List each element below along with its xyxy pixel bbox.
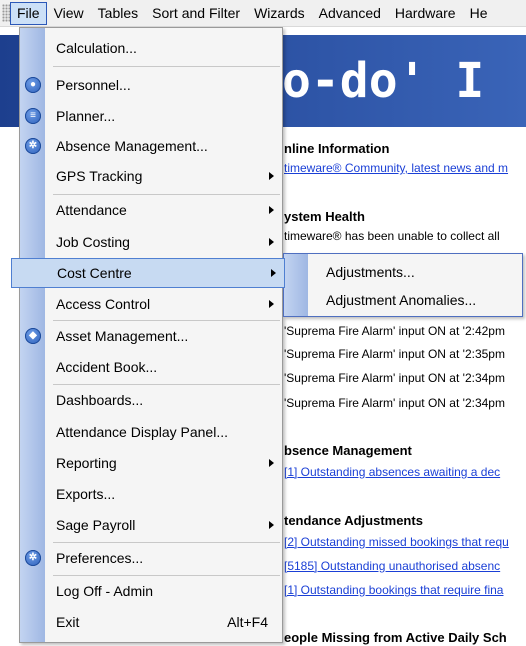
alarm-message: 'Suprema Fire Alarm' input ON at '2:42pm: [284, 324, 505, 338]
access-control-item[interactable]: Access Control: [45, 289, 282, 319]
planner-item[interactable]: Planner...: [45, 101, 282, 131]
settings-icon: ✲: [25, 550, 41, 566]
submenu-arrow-icon: [269, 521, 274, 529]
log-off-item[interactable]: Log Off - Admin: [45, 576, 282, 606]
job-costing-item[interactable]: Job Costing: [45, 227, 282, 257]
health-message: timeware® has been unable to collect all: [284, 229, 500, 243]
attendance-item[interactable]: Attendance: [45, 195, 282, 225]
section-people-missing: eople Missing from Active Daily Sch: [284, 630, 507, 645]
menu-file[interactable]: File: [10, 1, 47, 25]
adjustment-anomalies-item[interactable]: Adjustment Anomalies...: [326, 292, 476, 308]
exit-shortcut: Alt+F4: [227, 614, 268, 630]
menu-wizards[interactable]: Wizards: [247, 3, 312, 24]
section-absence-management: bsence Management: [284, 443, 412, 458]
planner-icon: ≡: [25, 108, 41, 124]
alarm-message: 'Suprema Fire Alarm' input ON at '2:35pm: [284, 347, 505, 361]
menu-view[interactable]: View: [47, 3, 91, 24]
toolbar-grip[interactable]: [2, 4, 10, 22]
menu-hardware[interactable]: Hardware: [388, 3, 463, 24]
reporting-item[interactable]: Reporting: [45, 448, 282, 478]
sage-payroll-item[interactable]: Sage Payroll: [45, 510, 282, 540]
menu-tables[interactable]: Tables: [91, 3, 145, 24]
file-menu: Calculation... Personnel... ● Planner...…: [11, 27, 285, 643]
final-bookings-link[interactable]: [1] Outstanding bookings that require fi…: [284, 583, 503, 597]
menu-advanced[interactable]: Advanced: [312, 3, 388, 24]
cost-centre-submenu: Adjustments... Adjustment Anomalies...: [283, 253, 523, 317]
preferences-item[interactable]: Preferences...: [45, 543, 282, 573]
banner-title: o-do' I: [282, 53, 485, 109]
attendance-display-panel-item[interactable]: Attendance Display Panel...: [45, 417, 282, 447]
community-link[interactable]: timeware® Community, latest news and m: [284, 161, 508, 175]
gear-icon: ✲: [25, 138, 41, 154]
section-attendance-adjustments: tendance Adjustments: [284, 513, 423, 528]
menu-bar: File View Tables Sort and Filter Wizards…: [0, 0, 526, 27]
calculation-item[interactable]: Calculation...: [45, 33, 282, 63]
gps-tracking-item[interactable]: GPS Tracking: [45, 161, 282, 191]
dashboards-item[interactable]: Dashboards...: [45, 385, 282, 415]
absences-link[interactable]: [1] Outstanding absences awaiting a dec: [284, 465, 500, 479]
section-system-health: ystem Health: [284, 209, 365, 224]
unauthorised-absences-link[interactable]: [5185] Outstanding unauthorised absenc: [284, 559, 500, 573]
submenu-arrow-icon: [269, 238, 274, 246]
exit-item[interactable]: Exit Alt+F4: [45, 607, 282, 637]
exports-item[interactable]: Exports...: [45, 479, 282, 509]
submenu-arrow-icon: [269, 300, 274, 308]
absence-management-item[interactable]: Absence Management...: [45, 131, 282, 161]
cost-centre-item[interactable]: Cost Centre: [11, 258, 285, 288]
menu-help[interactable]: He: [463, 3, 495, 24]
section-online-information: nline Information: [284, 141, 390, 156]
menu-sort-and-filter[interactable]: Sort and Filter: [145, 3, 247, 24]
submenu-arrow-icon: [269, 172, 274, 180]
submenu-arrow-icon: [271, 269, 276, 277]
submenu-arrow-icon: [269, 206, 274, 214]
person-icon: ●: [25, 77, 41, 93]
menu-separator: [53, 66, 280, 67]
menu-icon-strip: [284, 254, 308, 316]
missed-bookings-link[interactable]: [2] Outstanding missed bookings that req…: [284, 535, 509, 549]
alarm-message: 'Suprema Fire Alarm' input ON at '2:34pm: [284, 371, 505, 385]
personnel-item[interactable]: Personnel...: [45, 70, 282, 100]
alarm-message: 'Suprema Fire Alarm' input ON at '2:34pm: [284, 396, 505, 410]
adjustments-item[interactable]: Adjustments...: [326, 264, 415, 280]
asset-management-item[interactable]: Asset Management...: [45, 321, 282, 351]
accident-book-item[interactable]: Accident Book...: [45, 352, 282, 382]
submenu-arrow-icon: [269, 459, 274, 467]
tag-icon: ◆: [25, 328, 41, 344]
